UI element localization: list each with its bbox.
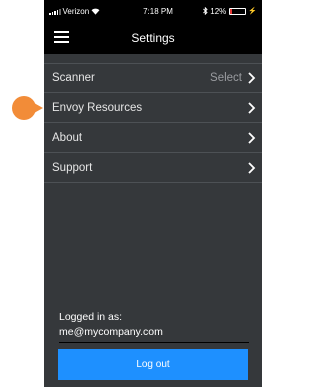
chevron-right-icon [248, 101, 256, 114]
charging-icon: ⚡ [248, 8, 257, 15]
chevron-right-icon [248, 131, 256, 144]
account-email: me@mycompany.com [59, 326, 249, 343]
battery-fill [230, 8, 233, 14]
settings-item-label: Envoy Resources [52, 101, 143, 114]
hamburger-menu-icon[interactable] [54, 31, 69, 43]
carrier-label: Verizon [62, 6, 90, 16]
status-left: Verizon [49, 7, 123, 16]
clock: 7:18 PM [143, 6, 173, 16]
logged-in-label: Logged in as: [59, 311, 123, 323]
callout-marker [12, 96, 43, 120]
status-right: 12% ⚡ [193, 7, 257, 16]
settings-item-label: Support [52, 161, 93, 174]
chevron-right-icon [248, 161, 256, 174]
logout-button[interactable]: Log out [58, 349, 248, 380]
bluetooth-icon [203, 7, 208, 15]
settings-item-value: Select [210, 72, 242, 84]
settings-item-scanner[interactable]: Scanner Select [44, 63, 262, 93]
phone-screen: Verizon 7:18 PM 12% ⚡ Settings Scanner S… [44, 0, 262, 387]
page-title: Settings [131, 31, 175, 45]
battery-percent: 12% [210, 6, 227, 16]
settings-item-support[interactable]: Support [44, 153, 262, 183]
settings-item-label: Scanner [52, 72, 95, 84]
settings-item-label: About [52, 131, 83, 144]
signal-icon [49, 8, 61, 15]
status-bar: Verizon 7:18 PM 12% ⚡ [44, 0, 262, 22]
nav-bar: Settings [44, 22, 262, 54]
settings-item-envoy-resources[interactable]: Envoy Resources [44, 93, 262, 123]
settings-list: Scanner Select Envoy Resources About Sup… [44, 63, 262, 183]
chevron-right-icon [248, 72, 256, 84]
wifi-icon [91, 8, 100, 15]
battery-icon [229, 7, 247, 15]
settings-item-about[interactable]: About [44, 123, 262, 153]
